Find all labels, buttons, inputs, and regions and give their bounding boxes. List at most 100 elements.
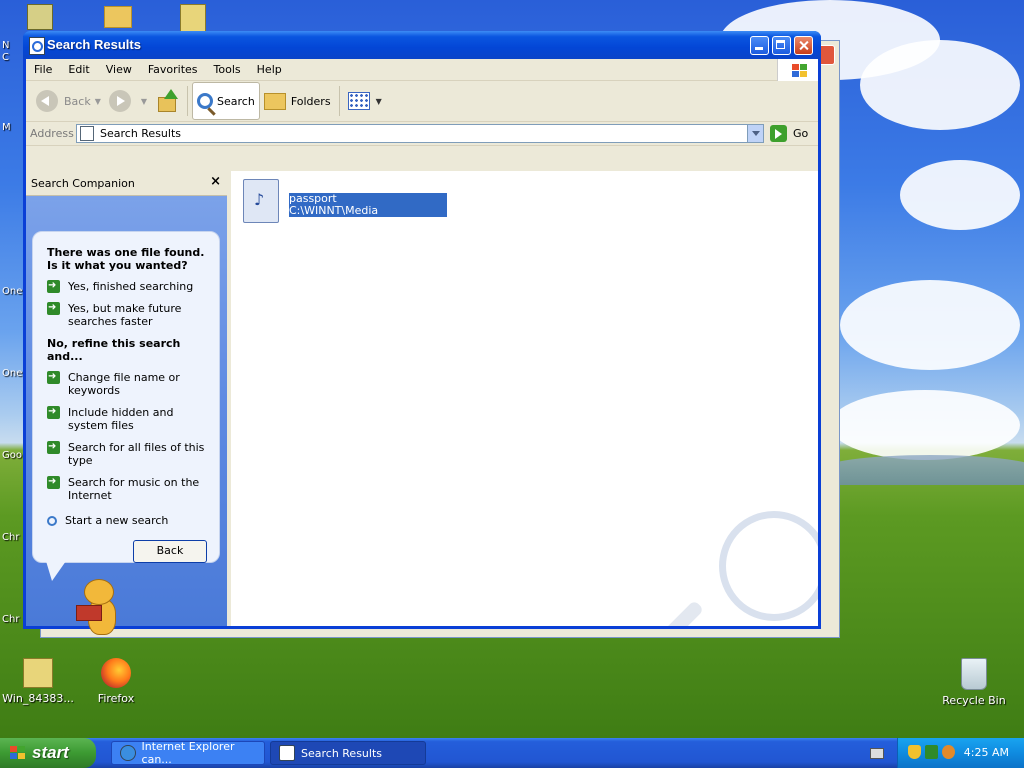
windows-logo-icon bbox=[10, 746, 26, 760]
chevron-down-icon[interactable]: ▼ bbox=[141, 97, 147, 106]
desktop-icon-recycle-bin[interactable]: Recycle Bin bbox=[936, 658, 1012, 707]
close-button[interactable] bbox=[794, 36, 813, 55]
forward-button[interactable]: ▼ bbox=[105, 85, 151, 117]
address-input[interactable]: Search Results bbox=[76, 124, 764, 143]
content-area: Search Companion × There was one file fo… bbox=[26, 171, 818, 635]
back-label: Back bbox=[64, 94, 91, 108]
cloud bbox=[900, 160, 1020, 230]
search-companion-header: Search Companion × bbox=[26, 171, 227, 196]
folders-button[interactable]: Folders bbox=[260, 85, 335, 117]
cloud bbox=[860, 40, 1020, 130]
menu-edit[interactable]: Edit bbox=[60, 63, 97, 76]
edge-label: Chr bbox=[2, 614, 20, 625]
option-label: Search for music on the Internet bbox=[68, 476, 200, 502]
keyboard-icon[interactable] bbox=[870, 748, 884, 759]
security-shield-icon[interactable] bbox=[908, 745, 921, 759]
result-question: There was one file found. Is it what you… bbox=[47, 246, 205, 272]
search-icon bbox=[197, 93, 214, 109]
result-item-selected[interactable]: passport C:\WINNT\Media bbox=[289, 193, 447, 217]
menu-file[interactable]: File bbox=[26, 63, 60, 76]
task-label: Search Results bbox=[301, 746, 383, 760]
option-label: Include hidden and system files bbox=[68, 406, 174, 432]
watermark-magnifier-icon bbox=[719, 511, 818, 621]
minimize-button[interactable] bbox=[750, 36, 769, 55]
chevron-down-icon[interactable]: ▼ bbox=[95, 97, 101, 106]
window-title: Search Results bbox=[47, 37, 141, 52]
menu-tools[interactable]: Tools bbox=[206, 63, 249, 76]
search-window-icon bbox=[279, 745, 295, 761]
views-icon bbox=[347, 92, 370, 110]
edge-label: Chr bbox=[2, 532, 20, 543]
option-label: Yes, finished searching bbox=[68, 280, 194, 293]
results-pane: passport C:\WINNT\Media bbox=[231, 171, 818, 626]
option-label: Yes, but make future searches faster bbox=[68, 302, 182, 328]
menu-favorites[interactable]: Favorites bbox=[140, 63, 206, 76]
forward-arrow-icon bbox=[108, 90, 131, 112]
views-button[interactable]: ▼ bbox=[344, 85, 386, 117]
option-change-file-name[interactable]: Change file name or keywords bbox=[43, 370, 209, 397]
taskbar-item-internet-explorer[interactable]: Internet Explorer can... bbox=[111, 740, 265, 766]
search-companion-bubble: There was one file found. Is it what you… bbox=[32, 231, 220, 563]
volume-icon[interactable] bbox=[942, 745, 955, 759]
desktop-icon-firefox[interactable]: Firefox bbox=[78, 658, 154, 705]
refine-heading: No, refine this search and... bbox=[47, 337, 181, 363]
go-button[interactable]: Go bbox=[770, 125, 808, 142]
network-icon[interactable] bbox=[925, 745, 938, 759]
folder-icon[interactable] bbox=[104, 6, 132, 28]
search-window-icon bbox=[29, 37, 45, 55]
search-button[interactable]: Search bbox=[192, 82, 260, 120]
address-dropdown-button[interactable] bbox=[747, 125, 763, 142]
menu-bar: File Edit View Favorites Tools Help bbox=[26, 59, 818, 81]
search-icon bbox=[47, 515, 57, 526]
bubble-tail bbox=[46, 561, 66, 581]
maximize-button[interactable] bbox=[772, 36, 791, 55]
option-all-files-type[interactable]: Search for all files of this type bbox=[43, 440, 209, 467]
option-finished-searching[interactable]: Yes, finished searching bbox=[43, 279, 209, 293]
search-label: Search bbox=[217, 94, 255, 108]
desktop-icon-partial[interactable] bbox=[27, 4, 53, 30]
search-results-icon bbox=[80, 126, 94, 141]
menu-view[interactable]: View bbox=[98, 63, 140, 76]
companion-back-button[interactable]: Back bbox=[133, 540, 207, 563]
edge-label: One bbox=[2, 368, 23, 379]
up-folder-button[interactable] bbox=[151, 85, 183, 117]
option-music-internet[interactable]: Search for music on the Internet bbox=[43, 475, 209, 502]
search-dog-icon[interactable] bbox=[74, 579, 124, 639]
search-results-window: Search Results File Edit View Favorites … bbox=[23, 31, 821, 635]
option-label: Change file name or keywords bbox=[68, 371, 180, 397]
taskbar-item-search-results[interactable]: Search Results bbox=[270, 741, 426, 765]
folders-label: Folders bbox=[290, 94, 331, 108]
title-bar[interactable]: Search Results bbox=[23, 31, 821, 59]
desktop-icon-label: Firefox bbox=[97, 692, 135, 705]
green-arrow-icon bbox=[47, 405, 60, 419]
option-faster-searches[interactable]: Yes, but make future searches faster bbox=[43, 301, 209, 328]
close-icon[interactable]: × bbox=[210, 174, 221, 189]
desktop-icon-label: Win_84383... bbox=[2, 692, 74, 705]
back-button[interactable]: Back ▼ bbox=[32, 85, 105, 117]
start-new-search-link[interactable]: Start a new search bbox=[47, 514, 209, 527]
edge-label: C bbox=[2, 52, 9, 63]
folder-icon bbox=[263, 92, 286, 110]
go-arrow-icon bbox=[770, 125, 787, 142]
green-arrow-icon bbox=[47, 279, 60, 293]
desktop-icon-label: Recycle Bin bbox=[942, 694, 1006, 707]
clock[interactable]: 4:25 AM bbox=[964, 746, 1009, 759]
search-companion-title: Search Companion bbox=[31, 177, 135, 190]
toolbar: Back ▼ ▼ Search Folders ▼ bbox=[26, 81, 818, 122]
toolbar-separator bbox=[187, 86, 189, 116]
edge-label: One bbox=[2, 286, 23, 297]
audio-file-icon[interactable] bbox=[243, 179, 279, 223]
desktop-icon-win-zip[interactable]: Win_84383... bbox=[0, 658, 76, 705]
start-button[interactable]: start bbox=[0, 738, 96, 768]
option-include-hidden[interactable]: Include hidden and system files bbox=[43, 405, 209, 432]
distant-hills bbox=[820, 455, 1024, 485]
go-label: Go bbox=[793, 127, 809, 140]
edge-label: Goo bbox=[2, 450, 22, 461]
internet-explorer-icon bbox=[120, 745, 136, 761]
edge-label: N bbox=[2, 40, 10, 51]
menu-help[interactable]: Help bbox=[249, 63, 290, 76]
zip-folder-icon[interactable] bbox=[180, 4, 206, 32]
firefox-icon bbox=[101, 658, 131, 688]
windows-logo-icon bbox=[777, 59, 818, 81]
recycle-bin-icon bbox=[961, 658, 987, 690]
